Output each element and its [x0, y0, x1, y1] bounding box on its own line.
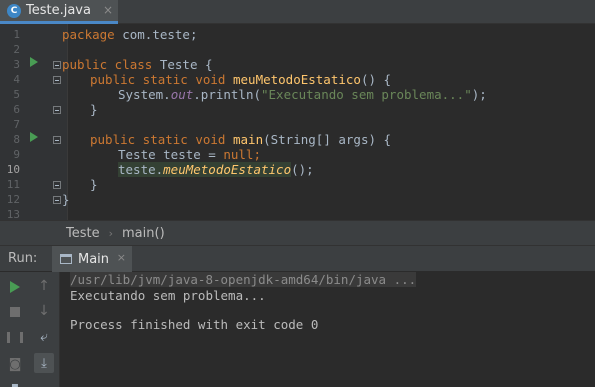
window-icon	[60, 254, 72, 264]
fold-icon[interactable]	[53, 61, 61, 69]
run-toolbar: ↑ ↓ ⤶ ◙ ⤓ ▪	[0, 272, 60, 387]
fold-icon[interactable]	[53, 76, 61, 84]
line-number: 9	[13, 148, 20, 161]
chevron-right-icon: ›	[108, 226, 114, 240]
line-number: 10	[6, 163, 20, 176]
code-editor[interactable]: package com.teste; public class Teste { …	[62, 24, 595, 220]
run-panel-title: Run:	[8, 251, 38, 266]
code-line-4: public static void meuMetodoEstatico() {	[90, 72, 392, 87]
run-main-icon[interactable]	[30, 132, 38, 142]
arrow-up-icon[interactable]: ↑	[34, 276, 54, 296]
line-number: 4	[13, 73, 20, 86]
line-number: 6	[13, 103, 20, 116]
breadcrumb-method[interactable]: main()	[122, 226, 165, 241]
console-command: /usr/lib/jvm/java-8-openjdk-amd64/bin/ja…	[70, 272, 417, 287]
line-number: 11	[6, 178, 20, 191]
tab-teste-java[interactable]: C Teste.java ×	[0, 0, 118, 24]
code-line-3: public class Teste {	[62, 57, 213, 72]
rerun-icon[interactable]	[5, 277, 25, 297]
run-console[interactable]: /usr/lib/jvm/java-8-openjdk-amd64/bin/ja…	[60, 272, 595, 387]
line-number: 3	[13, 58, 20, 71]
run-tab-label: Main	[78, 251, 110, 267]
line-number: 7	[13, 118, 20, 131]
run-class-icon[interactable]	[30, 57, 38, 67]
code-line-8: public static void main(String[] args) {	[90, 132, 392, 147]
close-tab-icon[interactable]: ×	[103, 3, 113, 17]
scroll-to-end-icon[interactable]: ⤓	[34, 353, 54, 373]
code-line-11: }	[90, 177, 98, 192]
code-line-1: package com.teste;	[62, 27, 198, 42]
console-exit: Process finished with exit code 0	[70, 317, 319, 332]
line-number: 12	[6, 193, 20, 206]
line-number: 8	[13, 133, 20, 146]
code-line-10: teste.meuMetodoEstatico();	[118, 162, 314, 177]
arrow-down-icon[interactable]: ↓	[34, 301, 54, 321]
code-line-12: }	[62, 192, 70, 207]
code-line-6: }	[90, 102, 98, 117]
editor-gutter: 1 2 3 4 5 6 7 8 9 10 11 12 13	[0, 24, 68, 221]
close-run-tab-icon[interactable]: ×	[117, 251, 126, 264]
breadcrumb: Teste › main()	[0, 220, 595, 246]
stop-icon[interactable]	[5, 302, 25, 322]
line-number: 1	[13, 28, 20, 41]
settings-icon[interactable]: ▪	[5, 376, 25, 387]
fold-icon[interactable]	[53, 181, 61, 189]
breadcrumb-class[interactable]: Teste	[66, 226, 100, 241]
code-line-9: Teste teste = null;	[118, 147, 261, 162]
console-output: Executando sem problema...	[70, 288, 266, 303]
java-class-icon: C	[7, 3, 21, 18]
code-line-5: System.out.println("Executando sem probl…	[118, 87, 487, 102]
line-number: 5	[13, 88, 20, 101]
fold-icon[interactable]	[53, 196, 61, 204]
line-number: 2	[13, 43, 20, 56]
pause-icon[interactable]	[5, 327, 25, 347]
tab-label: Teste.java	[26, 3, 91, 18]
camera-icon[interactable]: ◙	[5, 354, 25, 374]
run-tab-main[interactable]: Main ×	[52, 246, 132, 272]
run-tool-window-header: Run: Main ×	[0, 246, 595, 272]
fold-icon[interactable]	[53, 136, 61, 144]
fold-icon[interactable]	[53, 106, 61, 114]
soft-wrap-icon[interactable]: ⤶	[34, 327, 54, 347]
editor-tab-bar: C Teste.java ×	[0, 0, 595, 24]
